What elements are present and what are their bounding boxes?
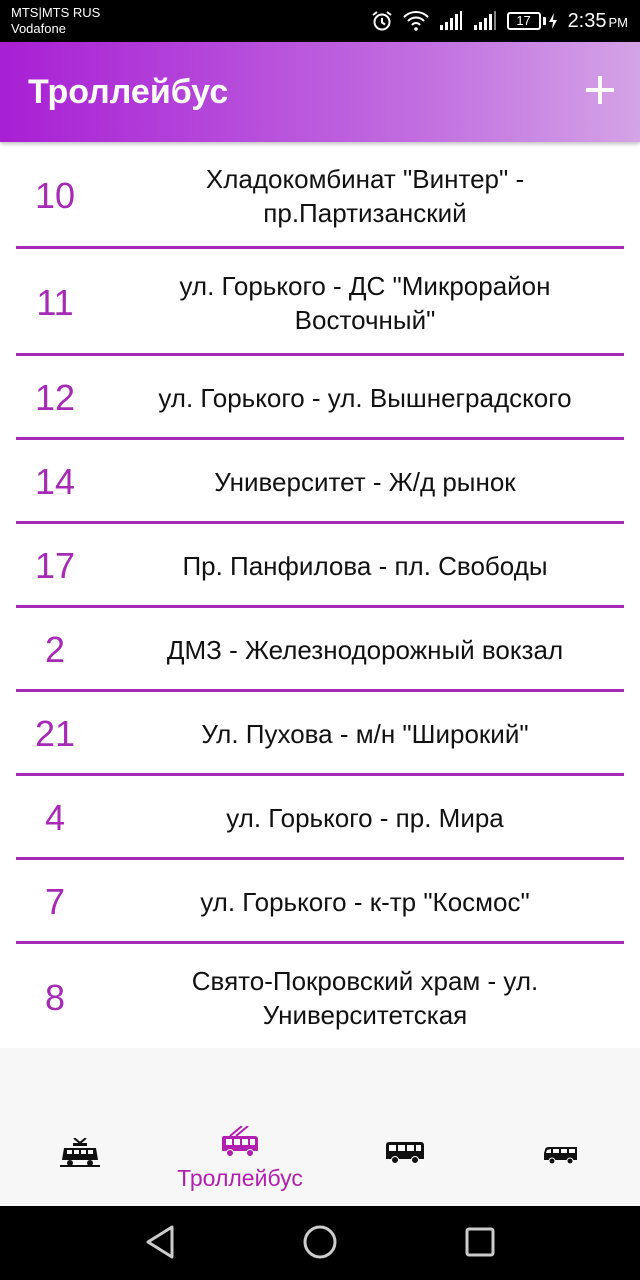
carrier-line-2: Vodafone (11, 21, 66, 36)
carrier-line-1: MTS|MTS RUS (11, 5, 101, 20)
app-bar: Троллейбус (0, 42, 640, 142)
route-row[interactable]: 8 Свято-Покровский храм - ул. Университе… (0, 944, 640, 1051)
route-number: 8 (44, 976, 66, 1018)
route-number: 17 (34, 545, 76, 586)
add-button[interactable] (586, 76, 614, 104)
route-name: Университет - Ж/д рынок (214, 467, 516, 497)
route-name: Ул. Пухова - м/н "Широкий" (201, 719, 529, 749)
route-name: ул. Горького - к-тр "Космос" (200, 887, 530, 917)
status-indicators: 17 2:35 PM (371, 0, 628, 42)
route-number: 2 (44, 629, 66, 670)
signal-icon-2 (473, 11, 497, 31)
minibus-icon (544, 1147, 577, 1165)
signal-icon-1 (439, 11, 463, 31)
alarm-icon (371, 10, 393, 32)
route-list[interactable]: 10 Хладокомбинат "Винтер" - пр.Партизанс… (0, 142, 640, 1051)
route-name: Свято-Покровский храм - ул. Университетс… (191, 965, 539, 1030)
bus-icon (386, 1142, 424, 1164)
clock: 2:35 PM (568, 10, 628, 33)
tram-icon (60, 1138, 100, 1167)
route-name: Пр. Панфилова - пл. Свободы (182, 551, 548, 581)
route-row[interactable]: 12 ул. Горького - ул. Вышнеградского (0, 356, 640, 440)
status-bar: MTS|MTS RUS Vodafone 17 2:35 PM (0, 0, 640, 42)
bottom-nav: Троллейбус (0, 1048, 640, 1206)
page-title: Троллейбус (28, 73, 229, 111)
route-number: 14 (34, 461, 76, 502)
nav-item-bus[interactable] (325, 1124, 485, 1204)
route-row[interactable]: 7 ул. Горького - к-тр "Космос" (0, 860, 640, 944)
route-number: 4 (44, 797, 66, 838)
route-row[interactable]: 4 ул. Горького - пр. Мира (0, 776, 640, 860)
route-row[interactable]: 2 ДМЗ - Железнодорожный вокзал (0, 608, 640, 692)
back-icon[interactable] (144, 1224, 176, 1260)
nav-item-tram[interactable] (0, 1124, 160, 1204)
route-name: ДМЗ - Железнодорожный вокзал (166, 635, 564, 665)
route-number: 12 (34, 377, 76, 418)
nav-item-trolleybus[interactable]: Троллейбус (160, 1124, 320, 1204)
route-number: 7 (44, 881, 66, 922)
battery-icon: 17 (506, 12, 558, 30)
battery-level: 17 (506, 12, 541, 30)
route-row[interactable]: 14 Университет - Ж/д рынок (0, 440, 640, 524)
route-row[interactable]: 11 ул. Горького - ДС "Микрорайон Восточн… (0, 249, 640, 356)
nav-label-trolleybus: Троллейбус (177, 1165, 303, 1191)
clock-ampm: PM (608, 14, 629, 30)
route-name: ул. Горького - ул. Вышнеградского (158, 383, 572, 413)
wifi-icon (402, 11, 429, 31)
recents-icon[interactable] (464, 1224, 496, 1260)
carrier-info: MTS|MTS RUS Vodafone (11, 5, 100, 37)
route-number: 10 (34, 174, 76, 216)
route-name: ул. Горького - ДС "Микрорайон Восточный" (179, 270, 551, 335)
home-icon[interactable] (302, 1224, 338, 1260)
route-name: Хладокомбинат "Винтер" - пр.Партизанский (205, 163, 525, 228)
route-row[interactable]: 10 Хладокомбинат "Винтер" - пр.Партизанс… (0, 142, 640, 249)
trolleybus-icon (222, 1126, 258, 1157)
route-number: 21 (34, 713, 76, 754)
route-row[interactable]: 17 Пр. Панфилова - пл. Свободы (0, 524, 640, 608)
system-nav-bar (0, 1206, 640, 1280)
route-number: 11 (36, 281, 74, 323)
route-row[interactable]: 21 Ул. Пухова - м/н "Широкий" (0, 692, 640, 776)
nav-item-minibus[interactable] (481, 1124, 640, 1204)
clock-time: 2:35 (567, 9, 607, 32)
route-name: ул. Горького - пр. Мира (226, 803, 504, 833)
